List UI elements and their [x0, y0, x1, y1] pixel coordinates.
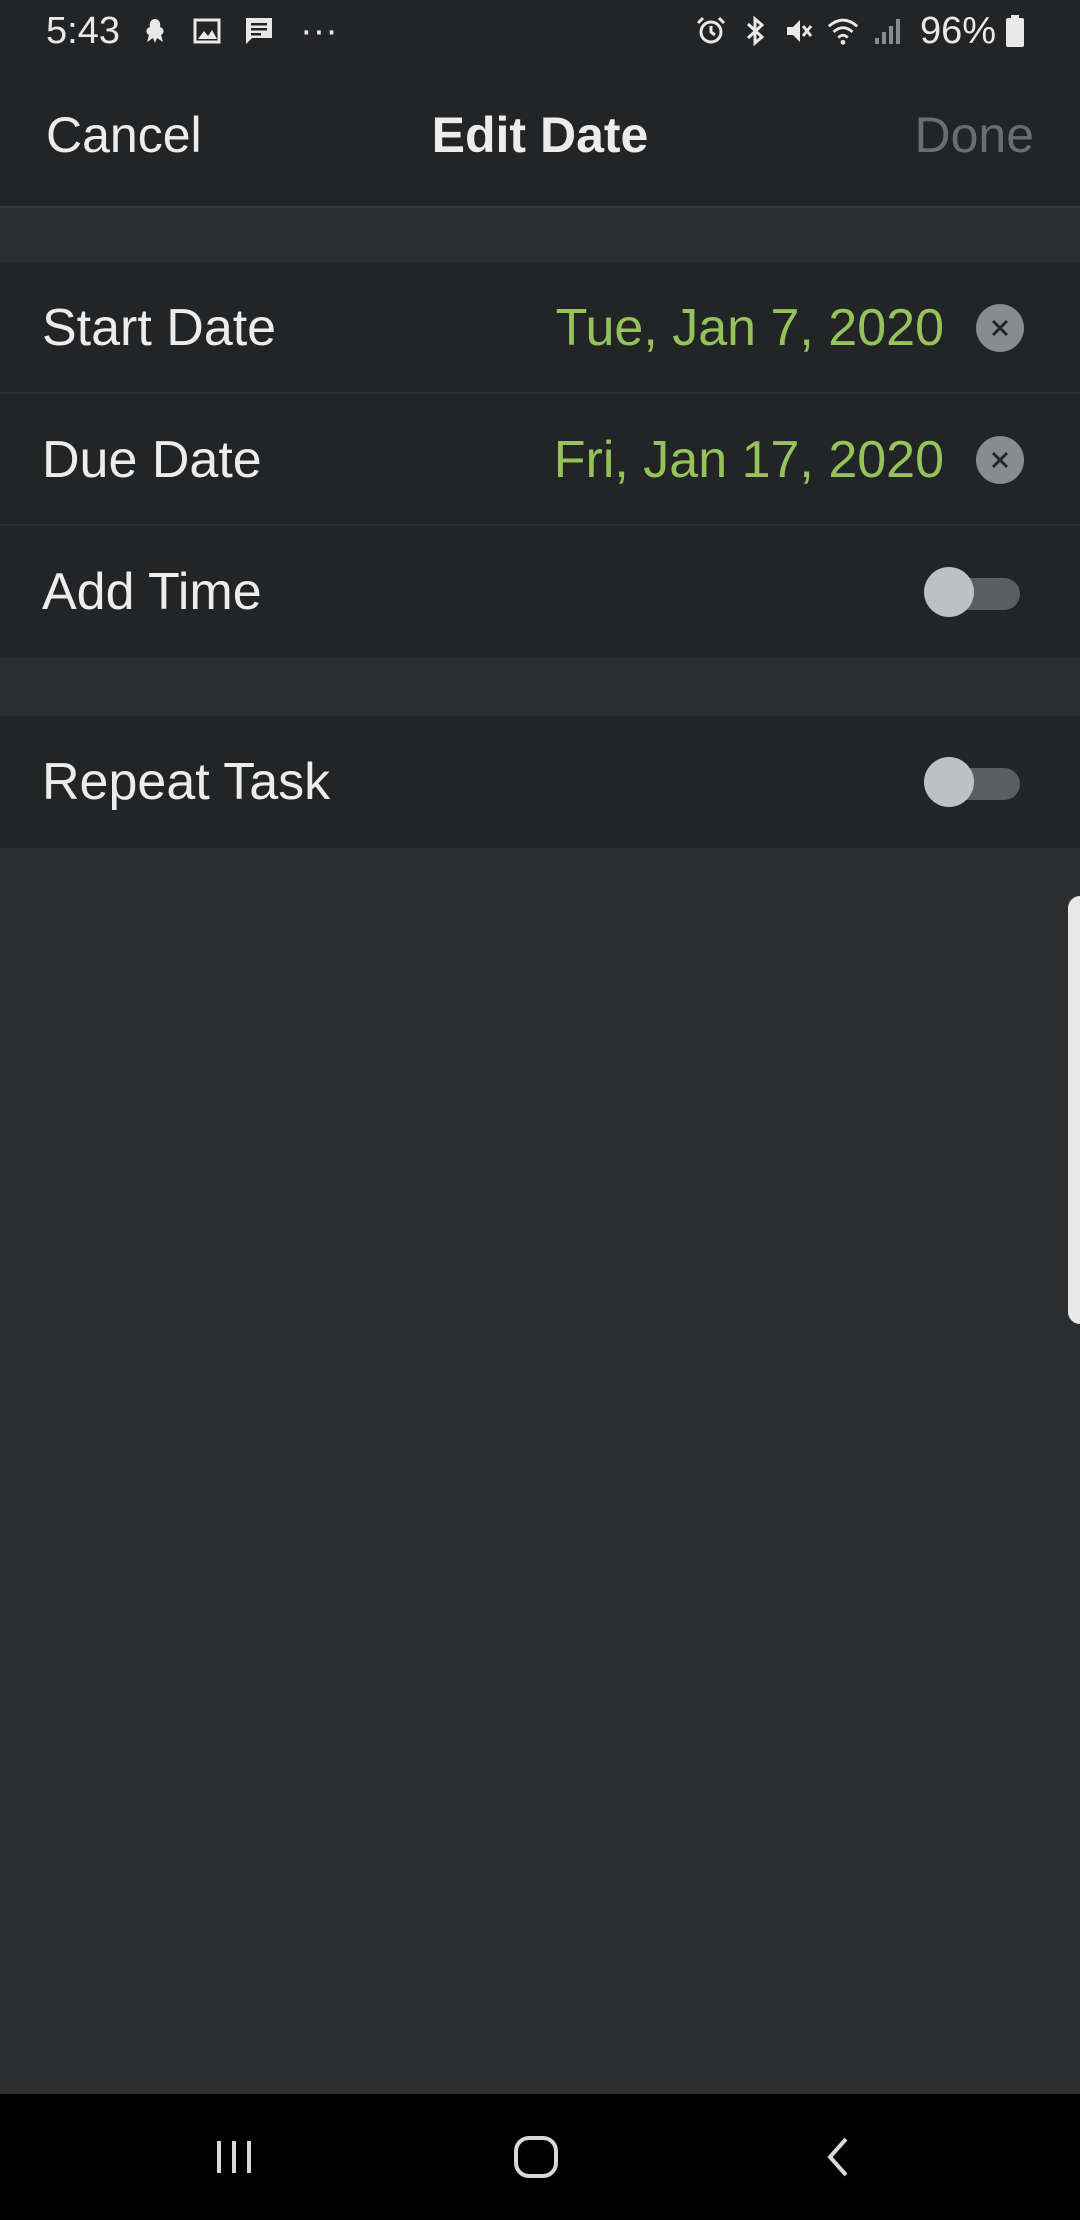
clear-due-date-button[interactable] — [976, 436, 1024, 484]
close-icon — [991, 451, 1009, 469]
battery-icon — [1004, 14, 1026, 48]
due-date-label: Due Date — [42, 431, 262, 489]
start-date-label: Start Date — [42, 299, 277, 357]
clear-start-date-button[interactable] — [976, 304, 1024, 352]
overflow-icon: ··· — [299, 9, 338, 52]
wifi-icon — [826, 14, 860, 48]
home-button[interactable] — [506, 2127, 566, 2187]
add-time-toggle[interactable] — [924, 567, 1020, 617]
gallery-icon — [190, 14, 224, 48]
add-time-label: Add Time — [42, 563, 262, 621]
status-bar-left: 5:43 ··· — [46, 9, 338, 53]
due-date-row[interactable]: Due Date Fri, Jan 17, 2020 — [0, 394, 1080, 526]
recents-icon — [217, 2141, 251, 2173]
mute-icon — [782, 14, 816, 48]
repeat-task-label: Repeat Task — [42, 753, 331, 811]
close-icon — [991, 319, 1009, 337]
home-icon — [514, 2136, 558, 2178]
recents-button[interactable] — [204, 2127, 264, 2187]
repeat-task-toggle[interactable] — [924, 757, 1020, 807]
status-bar: 5:43 ··· 96% — [0, 0, 1080, 62]
navigation-bar — [0, 2094, 1080, 2220]
status-bar-right: 96% — [694, 10, 1036, 53]
toggle-thumb — [924, 757, 974, 807]
notification-icon — [138, 14, 172, 48]
date-settings-group: Start Date Tue, Jan 7, 2020 Due Date Fri… — [0, 262, 1080, 658]
battery-percentage: 96% — [919, 9, 996, 52]
done-button[interactable]: Done — [914, 106, 1034, 164]
alarm-icon — [694, 14, 728, 48]
due-date-value[interactable]: Fri, Jan 17, 2020 — [554, 430, 944, 490]
cancel-button[interactable]: Cancel — [46, 106, 202, 164]
edit-date-header: Cancel Edit Date Done — [0, 62, 1080, 208]
message-icon — [242, 14, 276, 48]
repeat-settings-group: Repeat Task — [0, 716, 1080, 848]
repeat-task-row: Repeat Task — [0, 716, 1080, 848]
start-date-value[interactable]: Tue, Jan 7, 2020 — [556, 298, 944, 358]
scroll-handle[interactable] — [1068, 896, 1080, 1324]
toggle-thumb — [924, 567, 974, 617]
status-time: 5:43 — [46, 9, 120, 52]
signal-icon — [870, 14, 904, 48]
start-date-row[interactable]: Start Date Tue, Jan 7, 2020 — [0, 262, 1080, 394]
back-icon — [827, 2137, 848, 2177]
bluetooth-icon — [738, 14, 772, 48]
back-button[interactable] — [808, 2127, 868, 2187]
add-time-row: Add Time — [0, 526, 1080, 658]
